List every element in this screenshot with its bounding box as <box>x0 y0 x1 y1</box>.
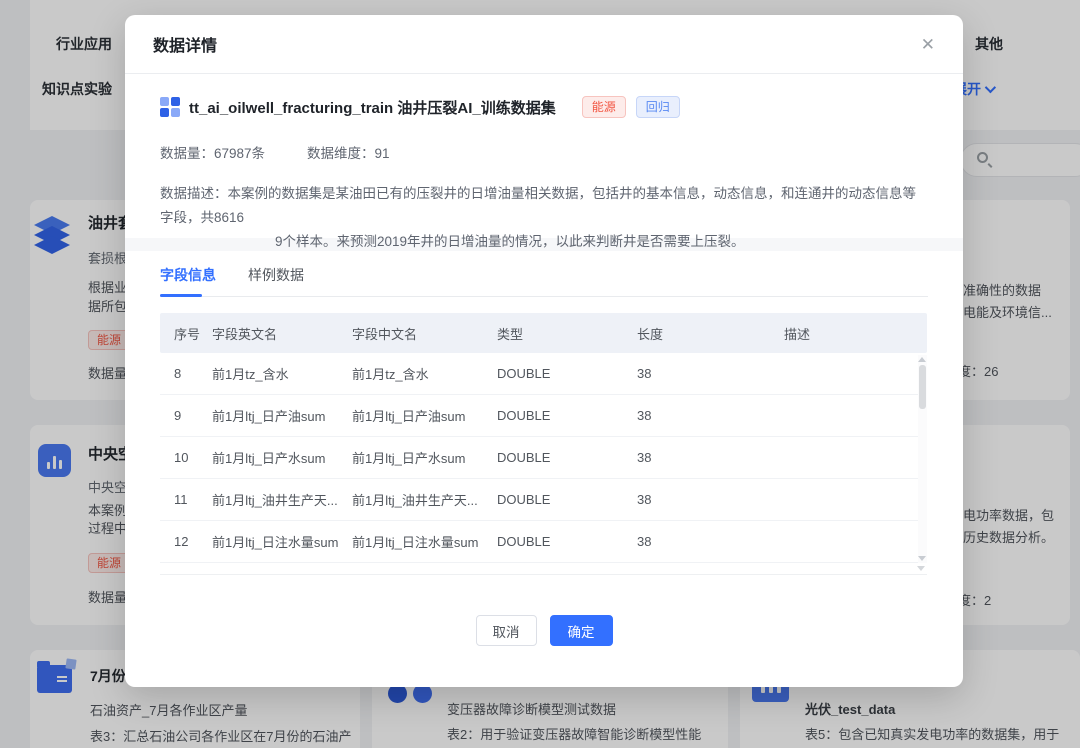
field-table: 序号 字段英文名 字段中文名 类型 长度 描述 8 前1月tz_含水 前1月tz… <box>160 313 927 575</box>
modal-header: 数据详情 ✕ <box>125 15 963 74</box>
cell-cn-name: 前1月tz_含水 <box>352 364 497 383</box>
table-row[interactable]: 9 前1月ltj_日产油sum 前1月ltj_日产油sum DOUBLE 38 <box>160 395 927 437</box>
table-row[interactable]: 12 前1月ltj_日注水量sum 前1月ltj_日注水量sum DOUBLE … <box>160 521 927 563</box>
cell-no: 12 <box>174 534 212 549</box>
cell-no: 9 <box>174 408 212 423</box>
cell-length: 38 <box>637 366 784 381</box>
cell-no: 8 <box>174 366 212 381</box>
cell-length: 38 <box>637 492 784 507</box>
tab-bar: 字段信息 样例数据 <box>160 265 928 297</box>
col-header-desc: 描述 <box>784 324 927 343</box>
table-row[interactable]: 8 前1月tz_含水 前1月tz_含水 DOUBLE 38 <box>160 353 927 395</box>
cell-en-name: 前1月ltj_日注水量sum <box>212 532 352 551</box>
scroll-up-icon[interactable] <box>918 357 926 362</box>
table-header-row: 序号 字段英文名 字段中文名 类型 长度 描述 <box>160 313 927 353</box>
cell-type: DOUBLE <box>497 366 637 381</box>
modal-footer: 取消 确定 <box>125 615 963 646</box>
cell-length: 38 <box>637 450 784 465</box>
confirm-button[interactable]: 确定 <box>550 615 613 646</box>
regression-badge: 回归 <box>636 96 680 118</box>
cell-en-name: 前1月ltj_日产水sum <box>212 448 352 467</box>
dataset-info-section: tt_ai_oilwell_fracturing_train 油井压裂AI_训练… <box>125 74 963 238</box>
modal-title: 数据详情 <box>153 32 217 56</box>
cell-cn-name: 前1月ltj_日注水量sum <box>352 532 497 551</box>
tab-section: 字段信息 样例数据 序号 字段英文名 字段中文名 类型 长度 描述 8 前1月t… <box>125 251 963 575</box>
col-header-en-name: 字段英文名 <box>212 324 352 343</box>
table-row[interactable]: 10 前1月ltj_日产水sum 前1月ltj_日产水sum DOUBLE 38 <box>160 437 927 479</box>
col-header-length: 长度 <box>637 324 784 343</box>
cancel-button[interactable]: 取消 <box>476 615 537 646</box>
cell-cn-name: 前1月ltj_日产油sum <box>352 406 497 425</box>
tab-sample-data[interactable]: 样例数据 <box>248 265 304 296</box>
cell-type: DOUBLE <box>497 408 637 423</box>
cell-en-name: 前1月ltj_日产油sum <box>212 406 352 425</box>
description-line1: 数据描述：本案例的数据集是某油田已有的压裂井的日增油量相关数据，包括井的基本信息… <box>160 182 928 230</box>
close-icon[interactable]: ✕ <box>921 36 935 53</box>
cell-type: DOUBLE <box>497 450 637 465</box>
scroll-corner-icon <box>917 566 925 571</box>
col-header-no: 序号 <box>174 324 212 343</box>
dataset-icon <box>160 97 180 117</box>
cell-cn-name: 前1月ltj_油井生产天... <box>352 490 497 509</box>
cell-cn-name: 前1月ltj_日产水sum <box>352 448 497 467</box>
data-dimension: 数据维度：91 <box>307 142 390 162</box>
cell-type: DOUBLE <box>497 492 637 507</box>
cell-type: DOUBLE <box>497 534 637 549</box>
energy-badge: 能源 <box>582 96 626 118</box>
cell-length: 38 <box>637 534 784 549</box>
cell-length: 38 <box>637 408 784 423</box>
dataset-name: tt_ai_oilwell_fracturing_train 油井压裂AI_训练… <box>189 97 556 118</box>
table-row[interactable]: 11 前1月ltj_油井生产天... 前1月ltj_油井生产天... DOUBL… <box>160 479 927 521</box>
tab-field-info[interactable]: 字段信息 <box>160 265 216 296</box>
col-header-type: 类型 <box>497 324 637 343</box>
data-volume: 数据量：67987条 <box>160 142 265 162</box>
cell-no: 10 <box>174 450 212 465</box>
cell-en-name: 前1月ltj_油井生产天... <box>212 490 352 509</box>
scrollbar-thumb[interactable] <box>919 365 926 409</box>
scroll-down-icon[interactable] <box>918 556 926 561</box>
data-detail-modal: 数据详情 ✕ tt_ai_oilwell_fracturing_train 油井… <box>125 15 963 687</box>
screen: 行业应用 知识点实验 其他 展开 油井套 套损根 根据业 据所包 能源 数据量 … <box>0 0 1080 748</box>
horizontal-scrollbar[interactable] <box>160 563 927 575</box>
col-header-cn-name: 字段中文名 <box>352 324 497 343</box>
cell-en-name: 前1月tz_含水 <box>212 364 352 383</box>
cell-no: 11 <box>174 492 212 507</box>
